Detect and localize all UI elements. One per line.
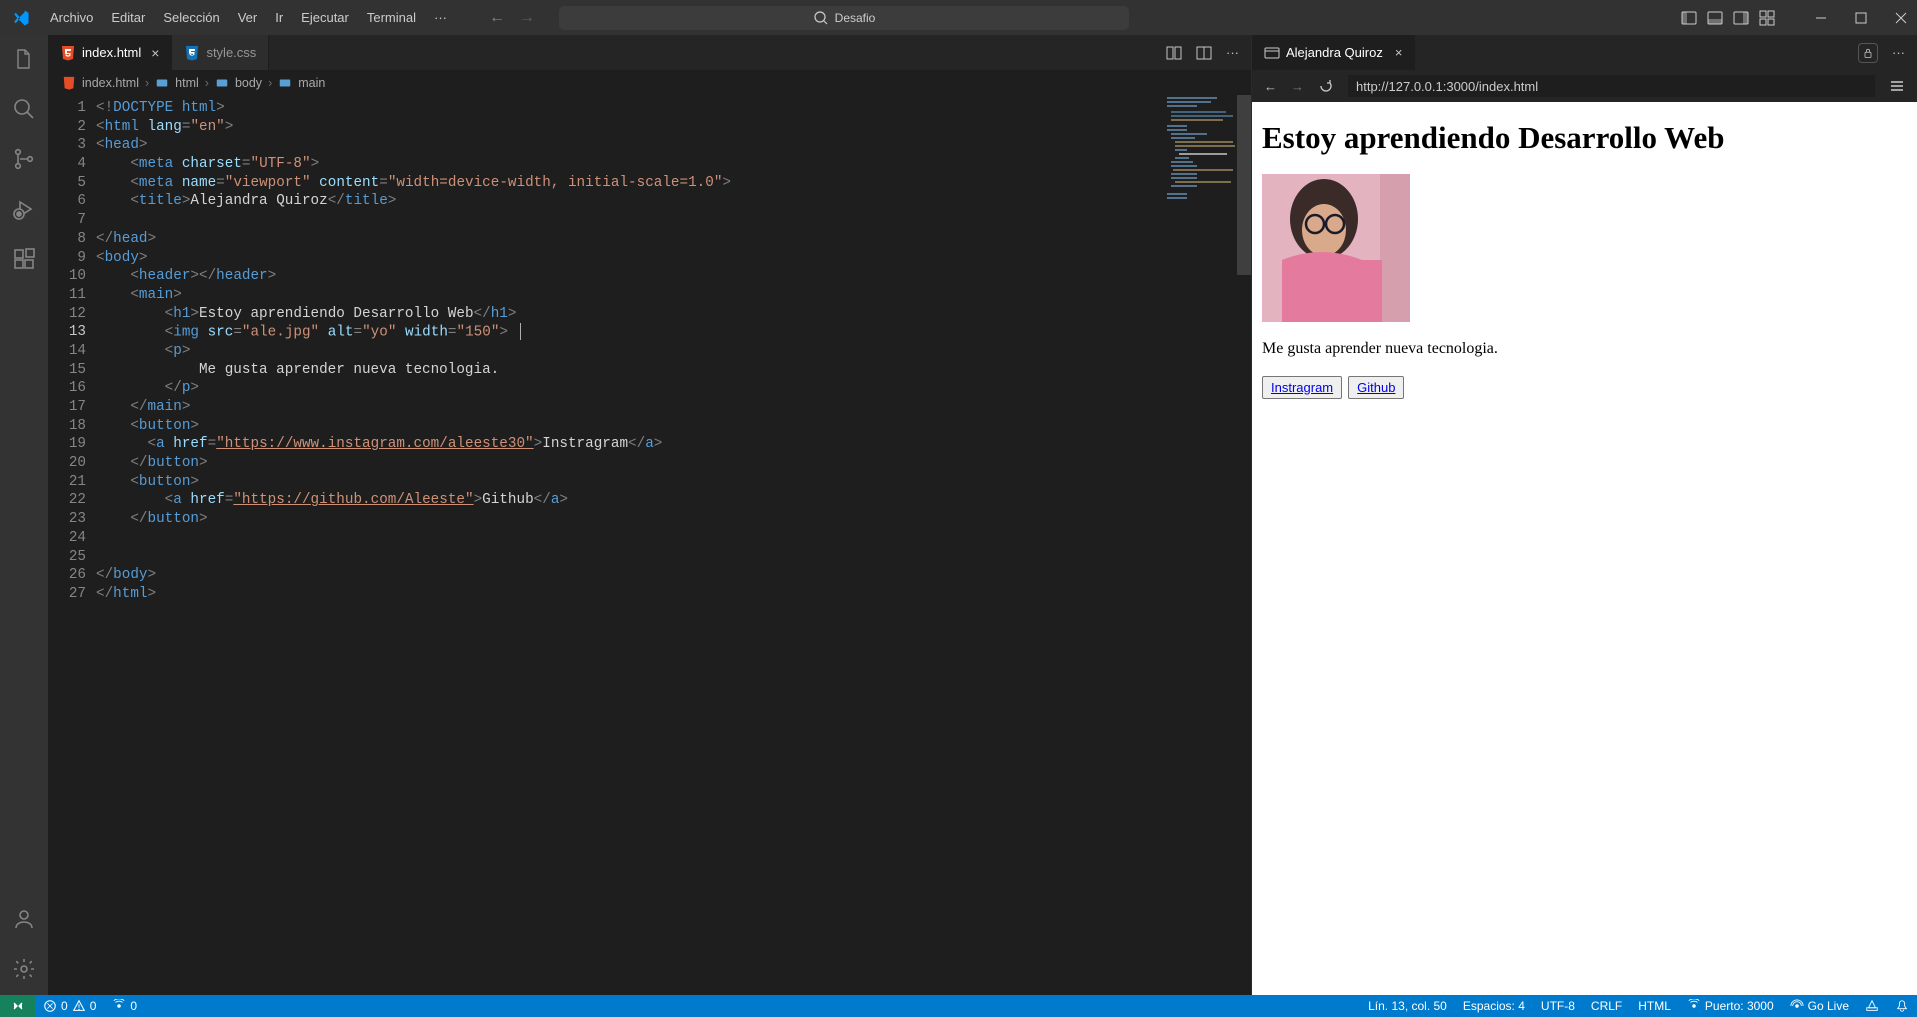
status-language[interactable]: HTML [1630, 999, 1679, 1013]
extensions-icon[interactable] [10, 245, 38, 273]
preview-tab-label: Alejandra Quiroz [1286, 45, 1383, 60]
preview-link-instagram[interactable]: Instragram [1271, 380, 1333, 395]
preview-reload-icon[interactable] [1318, 78, 1334, 94]
preview-button-github[interactable]: Github [1348, 376, 1404, 399]
tab-style-css[interactable]: style.css [172, 35, 269, 70]
menu-terminal[interactable]: Terminal [359, 6, 424, 29]
split-editor-icon[interactable] [1166, 45, 1182, 61]
layout-panel-bottom-icon[interactable] [1707, 10, 1723, 26]
minimap[interactable] [1165, 95, 1237, 215]
html-file-icon [62, 76, 76, 90]
activity-bar [0, 35, 48, 995]
preview-icon [1264, 45, 1280, 61]
breadcrumb-item: html [175, 76, 199, 90]
preview-image [1262, 174, 1410, 322]
code-editor[interactable]: 1234567891011121314151617181920212223242… [48, 95, 1251, 995]
tab-more-icon[interactable]: ··· [1226, 45, 1239, 60]
menu-overflow[interactable]: ··· [426, 6, 455, 29]
status-ports[interactable]: 0 [104, 999, 145, 1013]
tab-close-icon[interactable]: × [151, 45, 159, 61]
preview-tab[interactable]: Alejandra Quiroz × [1252, 35, 1415, 70]
debug-icon[interactable] [10, 195, 38, 223]
tab-label: index.html [82, 45, 141, 60]
command-center-text: Desafio [835, 11, 876, 25]
scm-icon[interactable] [10, 145, 38, 173]
tab-more-icon[interactable]: ··· [1892, 45, 1905, 60]
symbol-icon [215, 76, 229, 90]
status-feedback-icon[interactable] [1857, 999, 1887, 1013]
toggle-preview-icon[interactable] [1196, 45, 1212, 61]
symbol-icon [278, 76, 292, 90]
menu-editar[interactable]: Editar [103, 6, 153, 29]
status-indentation[interactable]: Espacios: 4 [1455, 999, 1533, 1013]
search-icon [813, 10, 829, 26]
layout-panel-right-icon[interactable] [1733, 10, 1749, 26]
status-port[interactable]: Puerto: 3000 [1679, 999, 1782, 1013]
preview-heading: Estoy aprendiendo Desarrollo Web [1262, 120, 1907, 156]
chevron-right-icon: › [145, 76, 149, 90]
preview-page: Estoy aprendiendo Desarrollo Web Me gust… [1252, 102, 1917, 995]
status-problems[interactable]: 0 0 [35, 999, 104, 1013]
chevron-right-icon: › [268, 76, 272, 90]
accounts-icon[interactable] [10, 905, 38, 933]
window-minimize-icon[interactable] [1813, 10, 1829, 26]
preview-back-icon[interactable]: ← [1264, 79, 1277, 94]
menu-ver[interactable]: Ver [230, 6, 266, 29]
preview-forward-icon[interactable]: → [1291, 79, 1304, 94]
tab-index-html[interactable]: index.html × [48, 35, 172, 70]
breadcrumb-item: body [235, 76, 262, 90]
breadcrumb-file: index.html [82, 76, 139, 90]
lock-icon[interactable] [1858, 43, 1878, 63]
search-activity-icon[interactable] [10, 95, 38, 123]
remote-indicator[interactable] [0, 995, 35, 1017]
preview-link-github[interactable]: Github [1357, 380, 1395, 395]
status-eol[interactable]: CRLF [1583, 999, 1630, 1013]
preview-navbar: ← → http://127.0.0.1:3000/index.html [1252, 70, 1917, 102]
command-center[interactable]: Desafio [559, 6, 1129, 30]
code-content[interactable]: <!DOCTYPE html><html lang="en"><head> <m… [96, 95, 1251, 995]
layout-customize-icon[interactable] [1759, 10, 1775, 26]
browser-preview-panel: Alejandra Quiroz × ··· ← → http://127.0.… [1252, 35, 1917, 995]
status-cursor-position[interactable]: Lín. 13, col. 50 [1360, 999, 1455, 1013]
tab-close-icon[interactable]: × [1395, 45, 1403, 60]
menu-archivo[interactable]: Archivo [42, 6, 101, 29]
layout-panel-left-icon[interactable] [1681, 10, 1697, 26]
editor-group: index.html × style.css ··· index.html › … [48, 35, 1252, 995]
line-numbers: 1234567891011121314151617181920212223242… [48, 95, 96, 995]
html-file-icon [60, 45, 76, 61]
nav-forward-icon[interactable]: → [519, 9, 535, 27]
nav-back-icon[interactable]: ← [489, 9, 505, 27]
explorer-icon[interactable] [10, 45, 38, 73]
preview-button-instagram[interactable]: Instragram [1262, 376, 1342, 399]
title-bar: Archivo Editar Selección Ver Ir Ejecutar… [0, 0, 1917, 35]
status-bar: 0 0 0 Lín. 13, col. 50 Espacios: 4 UTF-8… [0, 995, 1917, 1017]
window-maximize-icon[interactable] [1853, 10, 1869, 26]
vscode-logo-icon [12, 9, 30, 27]
css-file-icon [184, 45, 200, 61]
symbol-icon [155, 76, 169, 90]
preview-url-text: http://127.0.0.1:3000/index.html [1356, 79, 1538, 94]
status-encoding[interactable]: UTF-8 [1533, 999, 1583, 1013]
preview-url-bar[interactable]: http://127.0.0.1:3000/index.html [1348, 75, 1875, 97]
menu-seleccion[interactable]: Selección [155, 6, 227, 29]
editor-scrollbar[interactable] [1237, 95, 1251, 995]
menu-ir[interactable]: Ir [267, 6, 291, 29]
status-bell-icon[interactable] [1887, 999, 1917, 1013]
breadcrumb[interactable]: index.html › html › body › main [48, 70, 1251, 95]
preview-menu-icon[interactable] [1889, 78, 1905, 94]
status-golive[interactable]: Go Live [1782, 999, 1857, 1013]
window-close-icon[interactable] [1893, 10, 1909, 26]
editor-tabs: index.html × style.css ··· [48, 35, 1251, 70]
breadcrumb-item: main [298, 76, 325, 90]
menu-ejecutar[interactable]: Ejecutar [293, 6, 357, 29]
settings-gear-icon[interactable] [10, 955, 38, 983]
app-menu: Archivo Editar Selección Ver Ir Ejecutar… [42, 6, 455, 29]
preview-paragraph: Me gusta aprender nueva tecnologia. [1262, 340, 1907, 358]
chevron-right-icon: › [205, 76, 209, 90]
preview-tabs: Alejandra Quiroz × ··· [1252, 35, 1917, 70]
tab-label: style.css [206, 45, 256, 60]
main-area: index.html × style.css ··· index.html › … [0, 35, 1917, 995]
